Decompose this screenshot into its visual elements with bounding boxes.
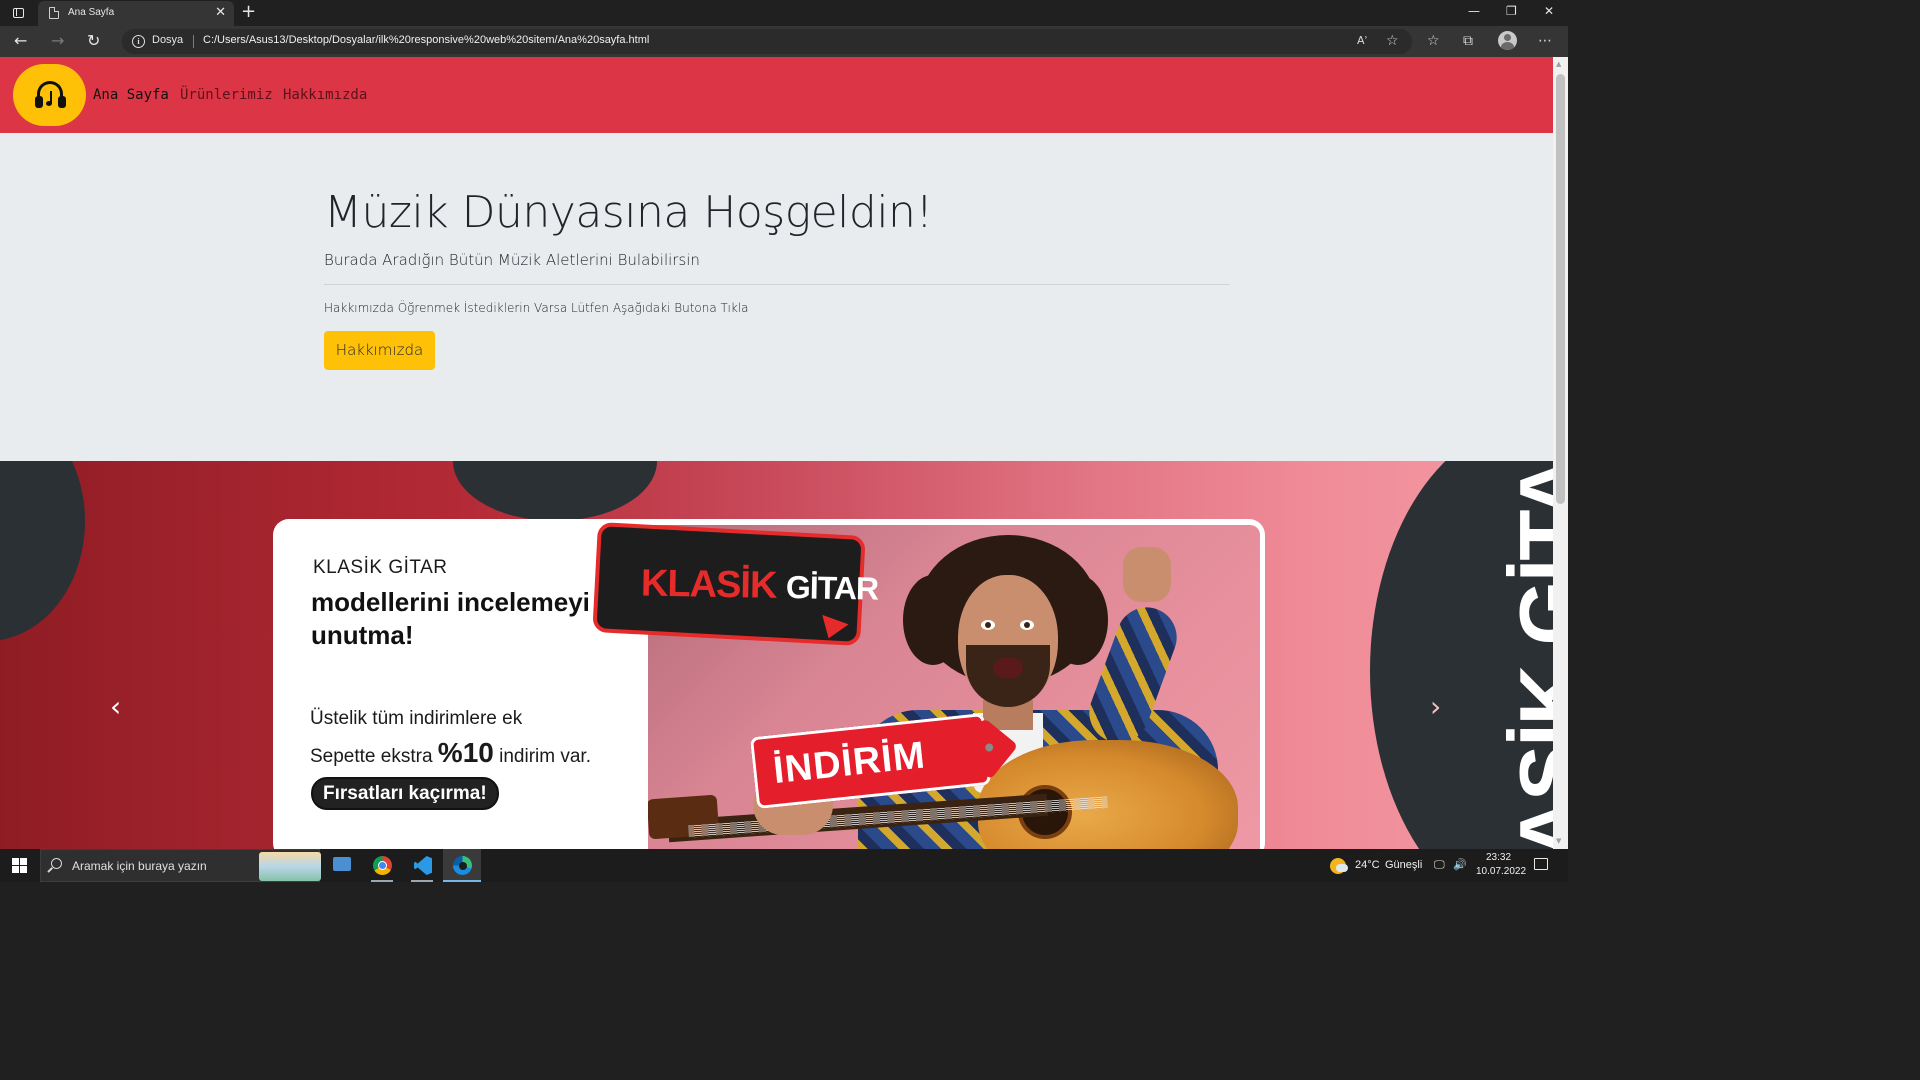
slide-headline: modellerini incelemeyi unutma! [311,587,590,650]
desktop-app-icon [333,857,351,871]
reload-button[interactable]: ↻ [87,32,100,50]
network-icon[interactable]: 🖵 [1434,858,1445,872]
jumbotron-text: Hakkımızda Öğrenmek İstediklerin Varsa L… [324,301,749,315]
bubble-text-white: GİTAR [785,569,879,607]
tab-title: Ana Sayfa [68,7,115,18]
tab-close-icon[interactable]: ✕ [215,5,226,21]
volume-icon[interactable]: 🔊 [1453,858,1467,872]
browser-toolbar: ← → ↻ i Dosya C:/Users/Asus13/Desktop/Do… [0,26,1568,57]
offer-suffix: indirim var. [493,746,591,767]
carousel-slide-card: İNDİRİM KLASİK GİTAR KLASİK GİTAR modell… [273,519,1265,849]
clock-time[interactable]: 23:32 [1486,852,1511,863]
browser-tab[interactable]: Ana Sayfa ✕ [38,1,234,26]
weather-sun-cloud-icon[interactable] [1330,858,1348,874]
start-icon[interactable] [12,858,27,873]
offer-prefix: Sepette ekstra [310,746,438,767]
taskbar-app-edge[interactable] [443,849,481,882]
offer-percent: %10 [437,737,494,768]
nav-link-hakkimizda[interactable]: Hakkımızda [283,87,367,103]
jumbotron-title: Müzik Dünyasına Hoşgeldin! [324,187,933,238]
favorites-icon[interactable]: ☆ [1427,33,1440,49]
back-button[interactable]: ← [14,32,27,50]
about-button[interactable]: Hakkımızda [324,331,435,370]
vertical-banner-text: ASİK GİTAR [1502,461,1554,849]
page-scrollbar[interactable]: ▲ ▼ [1553,57,1568,849]
guitar-image [978,740,1238,849]
discount-tag-text: İNDİRİM [771,734,928,793]
jumbotron-lead: Burada Aradığın Bütün Müzik Aletlerini B… [324,251,700,269]
weather-condition[interactable]: Güneşli [1385,859,1422,871]
address-separator [193,35,194,48]
info-icon[interactable]: i [132,35,145,48]
workspaces-icon[interactable] [8,5,30,21]
page-icon [49,7,59,19]
taskbar-app-vscode[interactable] [403,849,441,882]
taskbar-app-chrome[interactable] [363,849,401,882]
scrollbar-thumb[interactable] [1556,74,1565,504]
decorative-circle [453,461,657,521]
browser-tabstrip: Ana Sayfa ✕ + — ❐ ✕ [0,0,1568,26]
page-viewport: Ana Sayfa Ürünlerimiz Hakkımızda Müzik D… [0,57,1553,849]
jumbotron-divider [324,284,1230,285]
vscode-icon [414,856,432,875]
scheme-label: Dosya [152,34,184,46]
new-tab-button[interactable]: + [241,2,256,22]
search-highlight-image[interactable] [259,852,321,881]
close-window-button[interactable]: ✕ [1544,4,1554,18]
bubble-text-red: KLASİK [640,562,777,607]
decorative-circle [0,461,85,641]
nav-link-urunlerimiz[interactable]: Ürünlerimiz [180,87,273,103]
address-bar[interactable]: i Dosya C:/Users/Asus13/Desktop/Dosyalar… [122,29,1412,54]
clock-date[interactable]: 10.07.2022 [1476,866,1526,877]
collections-icon[interactable]: ⧉ [1463,33,1473,49]
carousel-next-button[interactable]: › [1430,693,1441,721]
taskbar-search[interactable]: Aramak için buraya yazın [40,849,321,882]
slide-kicker: KLASİK GİTAR [313,557,448,578]
notification-icon[interactable] [1534,858,1548,870]
nav-link-ana-sayfa[interactable]: Ana Sayfa [93,87,169,103]
restore-button[interactable]: ❐ [1506,4,1517,18]
edge-icon [453,856,472,875]
forward-button[interactable]: → [51,32,64,50]
read-aloud-icon[interactable]: Aʾ [1357,33,1368,49]
slide-cta-badge: Fırsatları kaçırma! [311,777,499,810]
profile-avatar[interactable] [1498,31,1517,50]
taskbar-search-placeholder: Aramak için buraya yazın [72,859,207,873]
more-menu-icon[interactable]: ⋯ [1538,33,1552,49]
headphones-logo-icon[interactable] [13,64,86,126]
scroll-down-icon[interactable]: ▼ [1556,837,1561,845]
carousel-prev-button[interactable]: ‹ [110,693,121,721]
search-icon [51,858,62,869]
chrome-icon [373,856,392,875]
minimize-button[interactable]: — [1468,4,1480,18]
add-favorite-icon[interactable]: ☆ [1386,33,1399,49]
carousel: ASİK GİTAR İNDİ [0,461,1553,849]
windows-taskbar: Aramak için buraya yazın 24°C Güneşli 🖵 … [0,849,1568,882]
slide-offer-line1: Üstelik tüm indirimlere ek [310,708,523,729]
url-text[interactable]: C:/Users/Asus13/Desktop/Dosyalar/ilk%20r… [203,34,649,46]
slide-offer-line2: Sepette ekstra %10 indirim var. [310,737,591,769]
site-navbar: Ana Sayfa Ürünlerimiz Hakkımızda [0,57,1553,133]
scroll-up-icon[interactable]: ▲ [1556,60,1561,68]
weather-temp[interactable]: 24°C [1355,859,1380,871]
taskbar-app-desktop[interactable] [323,849,361,882]
